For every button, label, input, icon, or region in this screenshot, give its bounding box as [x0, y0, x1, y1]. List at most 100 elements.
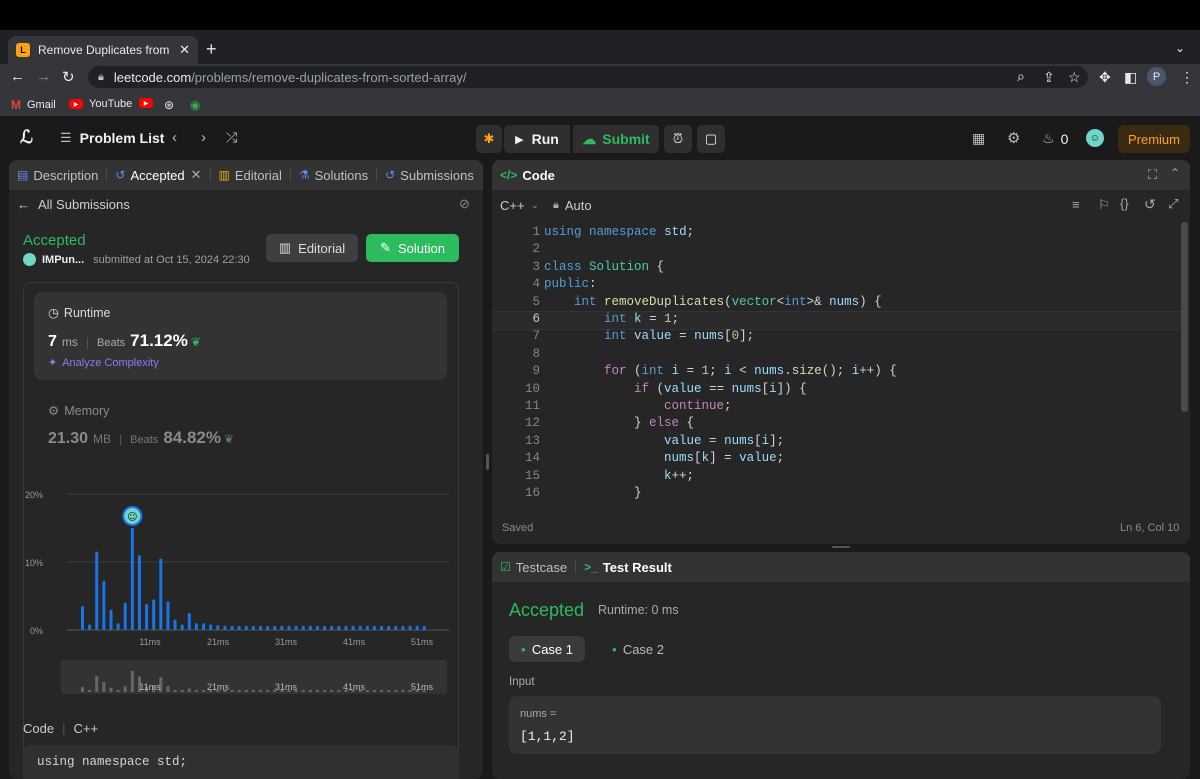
settings-gear-icon[interactable]: ⚙ — [1007, 129, 1020, 147]
runtime-bar[interactable] — [95, 551, 99, 630]
runtime-bar[interactable] — [330, 625, 334, 630]
maps-pin-icon[interactable]: ◉ — [190, 98, 200, 112]
runtime-bar[interactable] — [102, 581, 106, 630]
sidepanel-icon[interactable]: ◧ — [1124, 69, 1137, 86]
runtime-bar[interactable] — [244, 625, 248, 630]
runtime-bar[interactable] — [280, 625, 284, 630]
code-line[interactable]: 8 — [492, 347, 1182, 364]
layout-icon[interactable]: ▦ — [972, 130, 985, 147]
timer-button[interactable]: ⏰︎ — [664, 125, 692, 153]
code-line[interactable]: 3 class Solution { — [492, 260, 1182, 277]
runtime-bar[interactable] — [81, 606, 84, 630]
runtime-bar[interactable] — [301, 625, 305, 630]
share-icon[interactable]: ⇪ — [1043, 69, 1055, 86]
runtime-bar[interactable] — [223, 625, 227, 630]
runtime-bar[interactable] — [337, 625, 341, 630]
vertical-splitter-handle[interactable] — [486, 454, 489, 470]
runtime-bar[interactable] — [351, 625, 355, 630]
auto-mode[interactable]: 🔒︎ Auto — [553, 198, 592, 213]
new-tab-button[interactable]: + — [206, 39, 217, 60]
reset-icon[interactable]: ↺ — [1144, 196, 1156, 213]
bookmark-star-icon[interactable]: ☆ — [1068, 69, 1081, 86]
shuffle-icon[interactable]: ⤮ — [226, 129, 237, 146]
tab-search-chevron-icon[interactable]: ⌄ — [1175, 41, 1185, 55]
bookmark-gmail[interactable]: M Gmail — [11, 98, 56, 112]
close-tab-icon[interactable]: ✕ — [191, 167, 202, 183]
runtime-bar[interactable] — [116, 623, 120, 630]
bookmark-icon[interactable]: ⚐ — [1098, 197, 1110, 213]
tab-accepted[interactable]: ↺ Accepted ✕ — [107, 167, 209, 183]
close-tab-icon[interactable]: ✕ — [179, 42, 190, 58]
runtime-bar[interactable] — [387, 625, 391, 630]
zoom-icon[interactable]: ⌕ — [1017, 68, 1025, 85]
runtime-bar[interactable] — [287, 625, 291, 630]
browser-tab[interactable]: L Remove Duplicates from Sorte ✕ — [8, 36, 198, 64]
horizontal-splitter-handle[interactable] — [832, 546, 850, 548]
code-line[interactable]: 11 continue; — [492, 399, 1182, 416]
bookmark-youtube[interactable]: ▶ YouTube — [69, 98, 132, 110]
code-line[interactable]: 15 k++; — [492, 469, 1182, 486]
runtime-bar[interactable] — [130, 528, 134, 630]
runtime-bar[interactable] — [237, 625, 241, 630]
format-icon[interactable]: ≡ — [1072, 197, 1080, 212]
leetcode-logo-icon[interactable]: ℒ — [20, 127, 33, 148]
runtime-bar[interactable] — [365, 625, 369, 630]
back-arrow-icon[interactable]: ← — [10, 68, 25, 85]
runtime-bar[interactable] — [401, 625, 405, 630]
user-avatar[interactable]: ☺ — [1086, 129, 1104, 147]
solution-button[interactable]: ✎ Solution — [366, 234, 459, 262]
profile-avatar[interactable]: P — [1147, 67, 1166, 86]
runtime-bar[interactable] — [315, 625, 319, 630]
runtime-bar[interactable] — [394, 625, 398, 630]
runtime-bar[interactable] — [408, 625, 412, 630]
run-button[interactable]: ▶ Run — [504, 125, 570, 153]
runtime-bar[interactable] — [308, 625, 312, 630]
bookmark-youtube-icon-only[interactable]: ▶ — [139, 98, 159, 108]
expand-icon[interactable]: ⤢ — [1168, 196, 1178, 212]
runtime-bar[interactable] — [230, 625, 234, 630]
runtime-bar[interactable] — [137, 555, 141, 630]
memory-header[interactable]: ⚙ Memory — [48, 403, 109, 419]
runtime-bar[interactable] — [159, 558, 163, 630]
runtime-bar[interactable] — [273, 625, 277, 630]
submit-button[interactable]: ☁ Submit — [573, 125, 659, 153]
tab-testcase[interactable]: ☑ Testcase — [492, 560, 575, 575]
runtime-bar[interactable] — [372, 625, 376, 630]
url-field[interactable]: 🔒︎ leetcode.com/problems/remove-duplicat… — [88, 66, 1088, 88]
runtime-bar[interactable] — [187, 613, 191, 630]
streak-counter[interactable]: ♨ 0 — [1042, 130, 1068, 147]
code-line[interactable]: 13 value = nums[i]; — [492, 434, 1182, 451]
tab-test-result[interactable]: >_ Test Result — [576, 560, 680, 575]
maximize-icon[interactable]: ⛶ — [1148, 167, 1157, 183]
analyze-complexity-button[interactable]: ✦ Analyze Complexity — [48, 356, 159, 370]
reload-icon[interactable]: ↻ — [62, 68, 75, 86]
code-line[interactable]: 7 int value = nums[0]; — [492, 329, 1182, 346]
code-line[interactable]: 9 for (int i = 1; i < nums.size(); i++) … — [492, 364, 1182, 381]
runtime-bar[interactable] — [294, 625, 298, 630]
runtime-bar[interactable] — [194, 623, 198, 630]
chatgpt-icon[interactable]: ⊛ — [164, 98, 174, 112]
runtime-bar[interactable] — [173, 619, 177, 630]
runtime-bar[interactable] — [109, 609, 113, 630]
code-line[interactable]: 12 } else { — [492, 416, 1182, 433]
tab-editorial[interactable]: ▥ Editorial — [211, 168, 290, 183]
code-tab[interactable]: </> Code — [492, 168, 563, 183]
braces-icon[interactable]: {} — [1120, 196, 1129, 211]
debug-button[interactable]: ✱ — [476, 125, 502, 153]
runtime-bar[interactable] — [266, 625, 270, 630]
runtime-bar[interactable] — [251, 625, 255, 630]
runtime-bar[interactable] — [152, 599, 156, 630]
runtime-bar[interactable] — [415, 625, 419, 630]
all-submissions-link[interactable]: ← All Submissions — [17, 197, 130, 212]
runtime-distribution-chart[interactable]: 20% 10% 0% ☺ 11ms 21ms 31ms 41ms 51ms — [9, 480, 483, 650]
problem-list-button[interactable]: ☰ Problem List — [60, 130, 164, 146]
runtime-bar[interactable] — [380, 625, 384, 630]
runtime-bar[interactable] — [323, 625, 327, 630]
runtime-bar[interactable] — [216, 625, 220, 630]
editor-scrollbar[interactable] — [1181, 222, 1188, 412]
next-problem-icon[interactable]: › — [201, 129, 206, 146]
case-1-tab[interactable]: ● Case 1 — [509, 636, 585, 662]
code-line[interactable]: 6 int k = 1; — [492, 310, 1183, 331]
notes-button[interactable]: ▢ — [697, 125, 725, 153]
runtime-bar[interactable] — [209, 624, 213, 630]
